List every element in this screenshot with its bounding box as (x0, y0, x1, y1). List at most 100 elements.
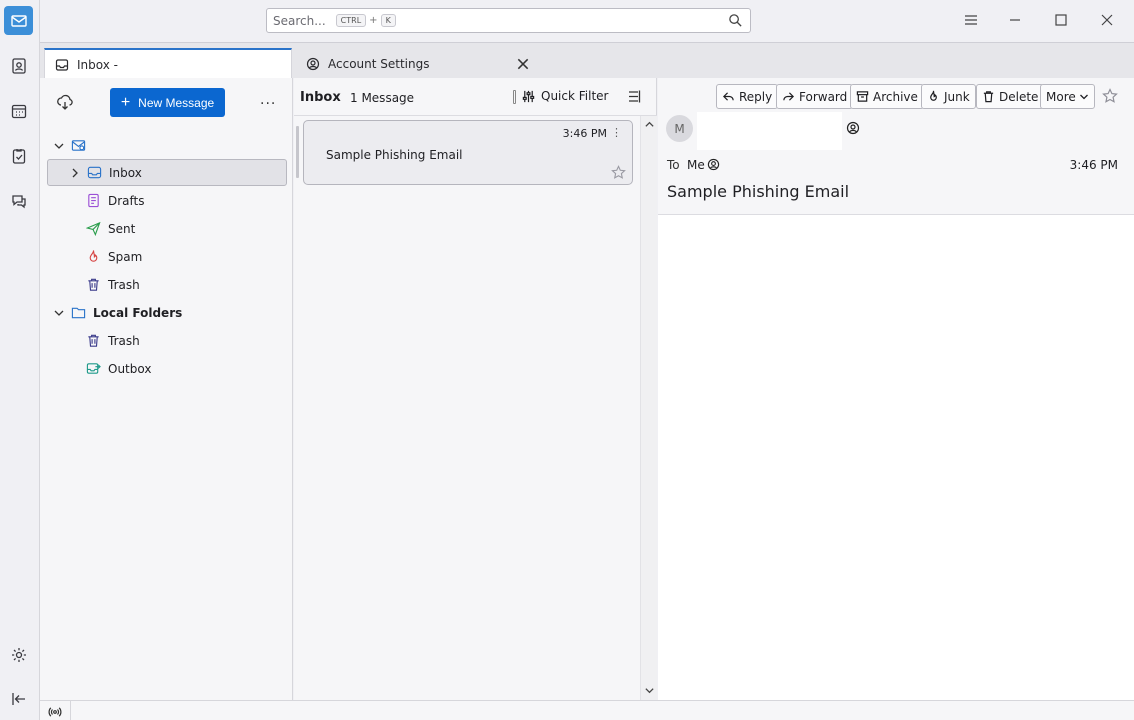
folder-label: Outbox (108, 361, 152, 376)
folder-title: Inbox (300, 90, 341, 105)
forward-label: Forward (799, 89, 848, 104)
folder-row-spam[interactable]: Spam (47, 243, 287, 270)
online-status-icon[interactable] (48, 705, 62, 719)
reply-button[interactable]: Reply (716, 84, 779, 109)
contact-icon[interactable] (707, 158, 720, 171)
tab-account-settings[interactable]: Account Settings (296, 48, 548, 79)
quick-filter-button[interactable]: Quick Filter (522, 89, 608, 103)
close-window-icon[interactable] (1099, 12, 1115, 28)
more-button[interactable]: More (1040, 84, 1095, 109)
tab-bar: Inbox - Account Settings (40, 42, 1134, 79)
message-subject: Sample Phishing Email (667, 182, 850, 201)
thread-pane-header: Inbox 1 Message Quick Filter (294, 78, 657, 116)
close-tab-icon[interactable] (516, 57, 530, 71)
folder-row-trash[interactable]: Trash (47, 271, 287, 298)
collapse-toolbar-icon[interactable] (4, 684, 33, 713)
account-settings-tab-icon (306, 57, 320, 70)
message-card[interactable]: 3:46 PM ⋮ Sample Phishing Email (303, 120, 633, 185)
inbox-tab-icon (55, 58, 69, 71)
message-date: 3:46 PM (1069, 158, 1118, 172)
folder-label: Drafts (108, 193, 145, 208)
quick-filter-pin-icon[interactable] (513, 90, 516, 104)
address-book-icon[interactable] (4, 51, 33, 80)
chevron-down-icon[interactable] (644, 685, 655, 696)
folder-label: Sent (108, 221, 136, 236)
tab-inbox[interactable]: Inbox - (44, 48, 292, 79)
message-subject: Sample Phishing Email (326, 148, 463, 162)
folder-row-sent[interactable]: Sent (47, 215, 287, 242)
folder-row-local-trash[interactable]: Trash (47, 327, 287, 354)
plus-icon: + (120, 93, 131, 111)
junk-button[interactable]: Junk (921, 84, 976, 109)
folder-pane: + New Message ... Inbox Drafts Sent Spam … (40, 78, 293, 700)
trash-icon (88, 334, 99, 347)
shortcut-key-k: K (380, 14, 396, 27)
thread-scrollbar[interactable] (640, 116, 657, 700)
new-message-label: New Message (138, 95, 215, 110)
minimize-icon[interactable] (1007, 12, 1023, 28)
folder-label: Inbox (109, 165, 142, 180)
more-label: More (1046, 89, 1076, 104)
to-label: To (667, 158, 680, 172)
chevron-down-icon[interactable] (53, 307, 65, 319)
archive-button[interactable]: Archive (850, 84, 924, 109)
inbox-icon (87, 166, 102, 179)
chevron-up-icon[interactable] (644, 119, 655, 130)
tab-label: Account Settings (328, 56, 430, 71)
display-options-icon[interactable] (627, 89, 642, 104)
chevron-down-icon[interactable] (53, 140, 65, 152)
local-folders-icon (71, 307, 86, 319)
folder-row-local-folders[interactable]: Local Folders (47, 299, 287, 326)
junk-label: Junk (944, 89, 970, 104)
folder-row-inbox[interactable]: Inbox (47, 159, 287, 186)
app-menu-icon[interactable] (963, 12, 979, 28)
search-placeholder: Search... (273, 13, 326, 28)
folder-pane-more-icon[interactable]: ... (260, 92, 276, 108)
tasks-icon[interactable] (4, 141, 33, 170)
chat-icon[interactable] (4, 186, 33, 215)
star-icon[interactable] (611, 165, 626, 180)
status-bar (40, 700, 1134, 720)
quick-filter-label: Quick Filter (541, 89, 609, 103)
shortcut-plus: + (369, 15, 378, 26)
reply-label: Reply (739, 89, 773, 104)
new-message-button[interactable]: + New Message (110, 88, 225, 117)
delete-icon (983, 91, 994, 103)
contact-icon[interactable] (846, 121, 860, 135)
sent-icon (86, 221, 101, 236)
get-messages-icon[interactable] (56, 94, 74, 112)
folder-label: Trash (108, 277, 140, 292)
star-icon[interactable] (1102, 88, 1118, 104)
spam-flame-icon (89, 250, 98, 262)
mail-account-icon (71, 140, 86, 151)
chevron-right-icon[interactable] (69, 167, 81, 179)
global-search-input[interactable]: Search... CTRL + K (266, 8, 751, 33)
outbox-icon (86, 363, 101, 374)
recipient-name[interactable]: Me (687, 158, 705, 172)
folder-row-drafts[interactable]: Drafts (47, 187, 287, 214)
maximize-icon[interactable] (1053, 12, 1069, 28)
calendar-icon[interactable] (4, 96, 33, 125)
mail-space-icon[interactable] (4, 6, 33, 35)
junk-flame-icon (930, 90, 937, 101)
message-pane: Reply Forward Archive Junk Delete More M… (658, 78, 1134, 700)
forward-button[interactable]: Forward (776, 84, 854, 109)
search-icon[interactable] (728, 13, 743, 28)
delete-button[interactable]: Delete (976, 84, 1045, 109)
folder-row-outbox[interactable]: Outbox (47, 355, 287, 382)
message-menu-icon[interactable]: ⋮ (611, 127, 622, 138)
folder-row-account[interactable] (47, 132, 287, 159)
message-header: Reply Forward Archive Junk Delete More M… (658, 78, 1134, 215)
pane-splitter[interactable] (296, 126, 299, 178)
sender-avatar: M (666, 115, 693, 142)
thread-pane: Inbox 1 Message Quick Filter 3:46 PM ⋮ S… (294, 78, 657, 700)
trash-icon (88, 278, 99, 291)
archive-icon (856, 91, 869, 102)
message-count: 1 Message (350, 91, 415, 105)
tab-label: Inbox - (77, 57, 118, 72)
sender-name-redacted (697, 112, 842, 150)
spaces-toolbar (0, 0, 40, 720)
chevron-down-icon (1079, 94, 1088, 99)
status-divider (70, 701, 71, 720)
settings-gear-icon[interactable] (4, 640, 33, 669)
